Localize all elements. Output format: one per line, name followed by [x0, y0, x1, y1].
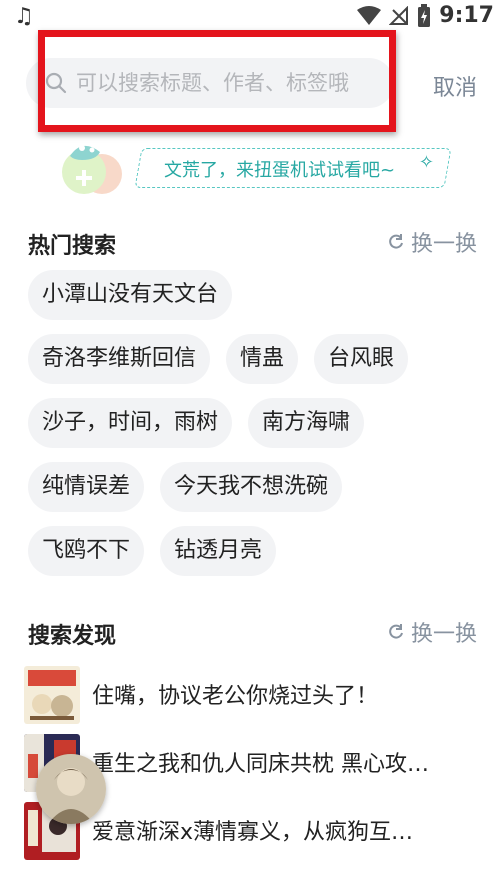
avatar: [36, 754, 106, 824]
hot-search-tag[interactable]: 钻透月亮: [160, 526, 277, 576]
search-box[interactable]: [26, 58, 394, 108]
refresh-icon: [389, 624, 403, 639]
floating-avatar-button[interactable]: [36, 754, 106, 824]
hot-search-tag[interactable]: 情蛊: [226, 334, 299, 384]
search-row: 取消: [0, 56, 504, 112]
tag-row: 小潭山没有天文台: [28, 270, 488, 320]
hot-search-refresh-button[interactable]: 换一换: [387, 226, 477, 258]
discover-item[interactable]: 住嘴，协议老公你烧过头了！: [24, 664, 484, 730]
refresh-label: 换一换: [410, 622, 477, 647]
hot-search-tags: 小潭山没有天文台 奇洛李维斯回信 情蛊 台风眼 沙子，时间，雨树 南方海啸 纯情误差 今天我不…: [28, 270, 488, 590]
search-input[interactable]: [76, 62, 388, 104]
discover-title: 搜索发现: [28, 624, 117, 649]
refresh-label: 换一换: [410, 232, 477, 257]
hot-search-tag[interactable]: 小潭山没有天文台: [28, 270, 233, 320]
discover-item-title: 重生之我和仇人同床共枕 黑心攻…: [92, 752, 429, 777]
hot-search-title: 热门搜索: [28, 234, 117, 259]
no-signal-icon: [389, 5, 409, 25]
hot-search-tag[interactable]: 今天我不想洗碗: [160, 462, 343, 512]
discover-item-title: 住嘴，协议老公你烧过头了！: [92, 684, 379, 709]
discover-item-title: 爱意渐深x薄情寡义，从疯狗互…: [92, 820, 414, 845]
status-icons: 9:17: [357, 3, 494, 28]
hot-search-tag[interactable]: 纯情误差: [28, 462, 145, 512]
tag-row: 奇洛李维斯回信 情蛊 台风眼: [28, 334, 488, 384]
tag-row: 沙子，时间，雨树 南方海啸: [28, 398, 488, 448]
hot-search-tag[interactable]: 飞鸥不下: [28, 526, 145, 576]
tag-row: 纯情误差 今天我不想洗碗: [28, 462, 488, 512]
hot-search-tag[interactable]: 沙子，时间，雨树: [28, 398, 233, 448]
music-note-icon: ♫: [14, 4, 34, 29]
banner-text: 文荒了，来扭蛋机试试看吧~: [164, 160, 396, 181]
hot-search-tag[interactable]: 台风眼: [314, 334, 409, 384]
status-bar: ♫ 9:17: [0, 0, 504, 36]
discover-refresh-button[interactable]: 换一换: [387, 616, 477, 648]
book-cover: [24, 666, 80, 724]
status-time: 9:17: [439, 3, 494, 28]
tag-row: 飞鸥不下 钻透月亮: [28, 526, 488, 576]
refresh-icon: [389, 234, 403, 249]
gacha-mascot-icon: [62, 145, 122, 194]
hot-search-tag[interactable]: 奇洛李维斯回信: [28, 334, 211, 384]
search-icon: [45, 72, 67, 94]
cancel-button[interactable]: 取消: [433, 70, 477, 102]
battery-charging-icon: [418, 3, 431, 27]
sparkle-icon: ✧: [418, 152, 434, 173]
hot-search-tag[interactable]: 南方海啸: [248, 398, 365, 448]
gacha-banner[interactable]: 文荒了，来扭蛋机试试看吧~ ✧: [52, 136, 452, 196]
wifi-icon: [357, 5, 382, 25]
